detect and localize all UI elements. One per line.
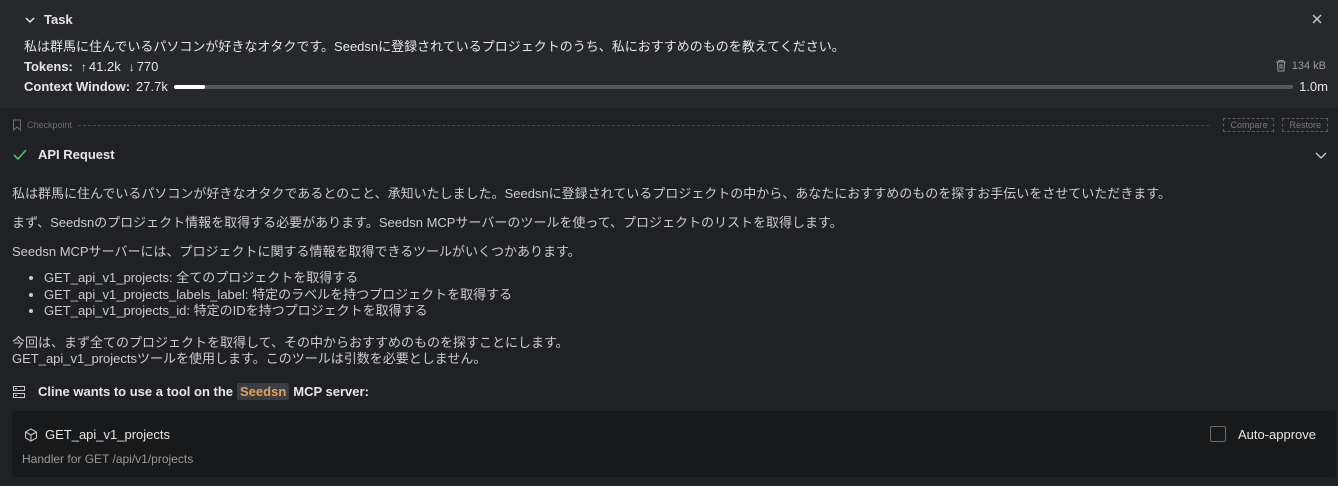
restore-button[interactable]: Restore	[1282, 118, 1328, 132]
task-title: Task	[44, 12, 73, 27]
check-icon	[13, 148, 27, 160]
tool-use-prefix: Cline wants to use a tool on the	[38, 384, 234, 399]
tool-list: GET_api_v1_projects: 全てのプロジェクトを取得する GET_…	[12, 270, 512, 320]
context-window-fill	[173, 84, 206, 89]
context-max: 1.0m	[1299, 79, 1328, 94]
context-window-row: Context Window: 27.7k 1.0m	[24, 79, 1328, 94]
list-item: GET_api_v1_projects_labels_label: 特定のラベル…	[44, 287, 512, 304]
checkpoint-row: Checkpoint Compare Restore	[12, 117, 1328, 133]
tool-use-suffix: MCP server:	[293, 384, 369, 399]
auto-approve-toggle[interactable]: Auto-approve	[1209, 426, 1316, 442]
context-window-bar	[173, 84, 1294, 89]
chevron-down-icon[interactable]	[1314, 148, 1328, 162]
tokens-in: 41.2k	[88, 59, 121, 74]
trash-icon[interactable]	[1275, 59, 1287, 72]
arrow-down-icon: ↓	[128, 59, 135, 74]
tool-card: GET_api_v1_projects Handler for GET /api…	[12, 411, 1336, 477]
auto-approve-label: Auto-approve	[1237, 426, 1316, 442]
server-icon	[13, 385, 25, 398]
auto-approve-checkbox[interactable]	[1209, 426, 1226, 442]
tool-use-header: Cline wants to use a tool on the Seedsn …	[12, 383, 369, 400]
bookmark-icon	[13, 119, 21, 131]
server-name-badge: Seedsn	[237, 383, 290, 400]
compare-button[interactable]: Compare	[1223, 118, 1275, 132]
chevron-down-icon[interactable]	[24, 14, 36, 26]
api-request-title: API Request	[38, 147, 115, 162]
tokens-row: Tokens: ↑ 41.2k ↓ 770	[24, 59, 158, 74]
task-text: 私は群馬に住んでいるパソコンが好きなオタクです。Seedsnに登録されているプロ…	[24, 39, 845, 54]
message-paragraph-2: まず、Seedsnのプロジェクト情報を取得する必要があります。Seedsn MC…	[12, 215, 843, 230]
context-used: 27.7k	[136, 79, 168, 94]
tool-description: Handler for GET /api/v1/projects	[22, 452, 194, 466]
cube-icon	[25, 427, 37, 442]
task-title-row[interactable]: Task	[24, 12, 73, 27]
list-item: GET_api_v1_projects: 全てのプロジェクトを取得する	[44, 270, 512, 287]
task-size-value: 134 kB	[1291, 59, 1326, 72]
task-size: 134 kB	[1275, 59, 1326, 72]
context-window-label: Context Window:	[24, 79, 131, 94]
arrow-up-icon: ↑	[80, 59, 87, 74]
message-paragraph-1: 私は群馬に住んでいるパソコンが好きなオタクであるとのこと、承知いたしました。Se…	[12, 186, 1171, 201]
tokens-out: 770	[136, 59, 159, 74]
checkpoint-label: Checkpoint	[27, 120, 73, 130]
tool-name-row: GET_api_v1_projects	[24, 427, 170, 442]
message-paragraph-4-line-2: GET_api_v1_projectsツールを使用します。このツールは引数を必要…	[12, 351, 487, 366]
checkpoint-divider	[78, 124, 1210, 126]
api-request-row[interactable]: API Request	[12, 147, 1328, 162]
tokens-label: Tokens:	[24, 59, 73, 74]
tool-name: GET_api_v1_projects	[45, 427, 171, 442]
list-item: GET_api_v1_projects_id: 特定のIDを持つプロジェクトを取…	[44, 303, 512, 320]
close-icon[interactable]	[1310, 12, 1324, 26]
message-paragraph-3: Seedsn MCPサーバーには、プロジェクトに関する情報を取得できるツールがい…	[12, 244, 581, 259]
task-header: Task 私は群馬に住んでいるパソコンが好きなオタクです。Seedsnに登録され…	[0, 0, 1338, 108]
